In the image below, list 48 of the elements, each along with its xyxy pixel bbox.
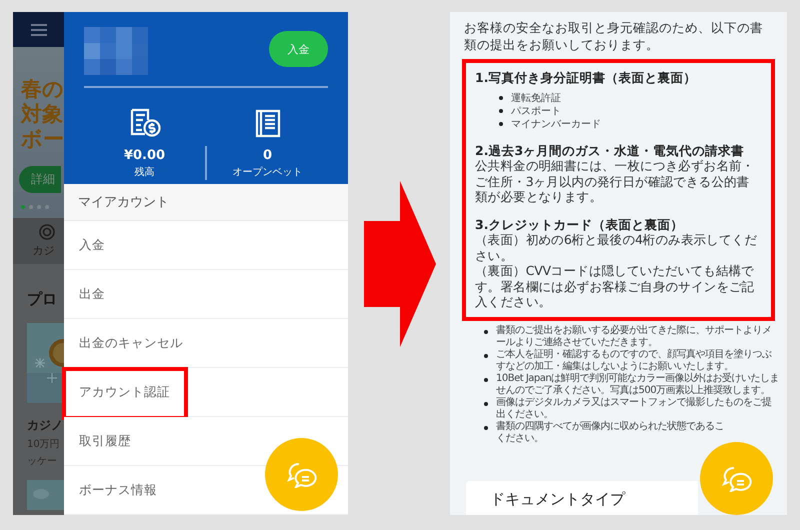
requirement-text: （裏面）CVVコードは隠していただいても結構です。署名欄には必ずお客様ご自身のサインをご記入ください。 bbox=[475, 263, 756, 310]
bullet-icon bbox=[484, 330, 488, 334]
stat-value: ¥0.00 bbox=[124, 148, 166, 162]
document-type-label: ドキュメントタイプ bbox=[490, 490, 625, 509]
bullet-icon bbox=[499, 96, 503, 100]
note-text: ご本人を証明・確認するものですので、顔写真や項目を塗りつぶ すなどの加工・編集はしないようにお願いいたします。 bbox=[496, 348, 772, 372]
menu-icon[interactable] bbox=[31, 24, 47, 36]
banner-headline: ボー bbox=[21, 127, 64, 152]
document-item: 運転免許証 bbox=[511, 92, 561, 105]
requirement-text: 公共料金の明細書には、一枚につき必ずお名前・ご住所・3ヶ月以内の発行日が確認できる公的書類が必要となります。 bbox=[475, 158, 756, 204]
menu-item[interactable]: 取引履歴 bbox=[79, 432, 131, 450]
chat-bubbles-icon bbox=[286, 462, 316, 488]
carousel-dot[interactable] bbox=[21, 205, 25, 209]
menu-item[interactable]: ボーナス情報 bbox=[79, 482, 157, 498]
bullet-icon bbox=[484, 426, 488, 430]
section-heading: プロ bbox=[27, 290, 58, 309]
stat-label: オープンベット bbox=[232, 166, 302, 178]
chip-icon bbox=[38, 224, 54, 240]
requirement-text: （表面）初めの6桁と最後の4桁のみ表示してください。 bbox=[475, 232, 758, 263]
document-item: マイナンバーカード bbox=[511, 118, 601, 131]
requirement-title: 1.写真付き身分証明書（表面と裏面） bbox=[475, 70, 698, 86]
banner-headline: 対象 bbox=[21, 102, 63, 127]
menu-item[interactable]: アカウント認証 bbox=[79, 384, 170, 400]
bullet-icon bbox=[484, 378, 488, 382]
banner-headline: 春の bbox=[21, 77, 64, 102]
note-text: 書類の四隅すべてが画像内に収められた状態であるこ ください。 bbox=[496, 420, 724, 444]
menu-item[interactable]: 出金のキャンセル bbox=[79, 334, 183, 352]
document-item: パスポート bbox=[511, 105, 561, 118]
document-type-dropdown[interactable]: ドキュメントタイプ bbox=[466, 481, 698, 515]
bullet-icon bbox=[499, 122, 503, 126]
promo-title: カジノ bbox=[27, 417, 64, 434]
stat-label: 残高 bbox=[134, 166, 154, 178]
stat-value: 0 bbox=[262, 148, 272, 162]
section-title: マイアカウント bbox=[78, 194, 169, 212]
menu-item[interactable]: 出金 bbox=[79, 286, 105, 302]
menu-item[interactable]: 入金 bbox=[79, 236, 105, 254]
note-text: 10Bet Japanは鮮明で判別可能なカラー画像以外はお受けいたしま せんのでご了承ください。写真は500万画素以上推奨致します。 bbox=[496, 372, 780, 396]
requirement-title: 3.クレジットカード（表面と裏面） bbox=[475, 216, 684, 232]
bullet-icon bbox=[484, 354, 488, 358]
note-text: 画像はデジタルカメラ又はスマートフォンで撮影したものをご提 出ください。 bbox=[496, 396, 772, 420]
requirement-title: 2.過去3ヶ月間のガス・水道・電気代の請求書 bbox=[475, 142, 746, 158]
bullet-icon bbox=[484, 402, 488, 406]
note-text: 書類のご提出をお願いする必要が出てきた際に、サポートよりメ ールよりご連絡させていただきます。 bbox=[496, 324, 772, 348]
blurred-username-drawing bbox=[84, 27, 148, 75]
chat-bubbles-icon bbox=[722, 466, 752, 492]
bullet-icon bbox=[499, 109, 503, 113]
intro-text: お客様の安全なお取引と身元確認のため、以下の書類の提出をお願いしております。 bbox=[464, 20, 764, 53]
ledger-coin-icon bbox=[128, 108, 160, 138]
